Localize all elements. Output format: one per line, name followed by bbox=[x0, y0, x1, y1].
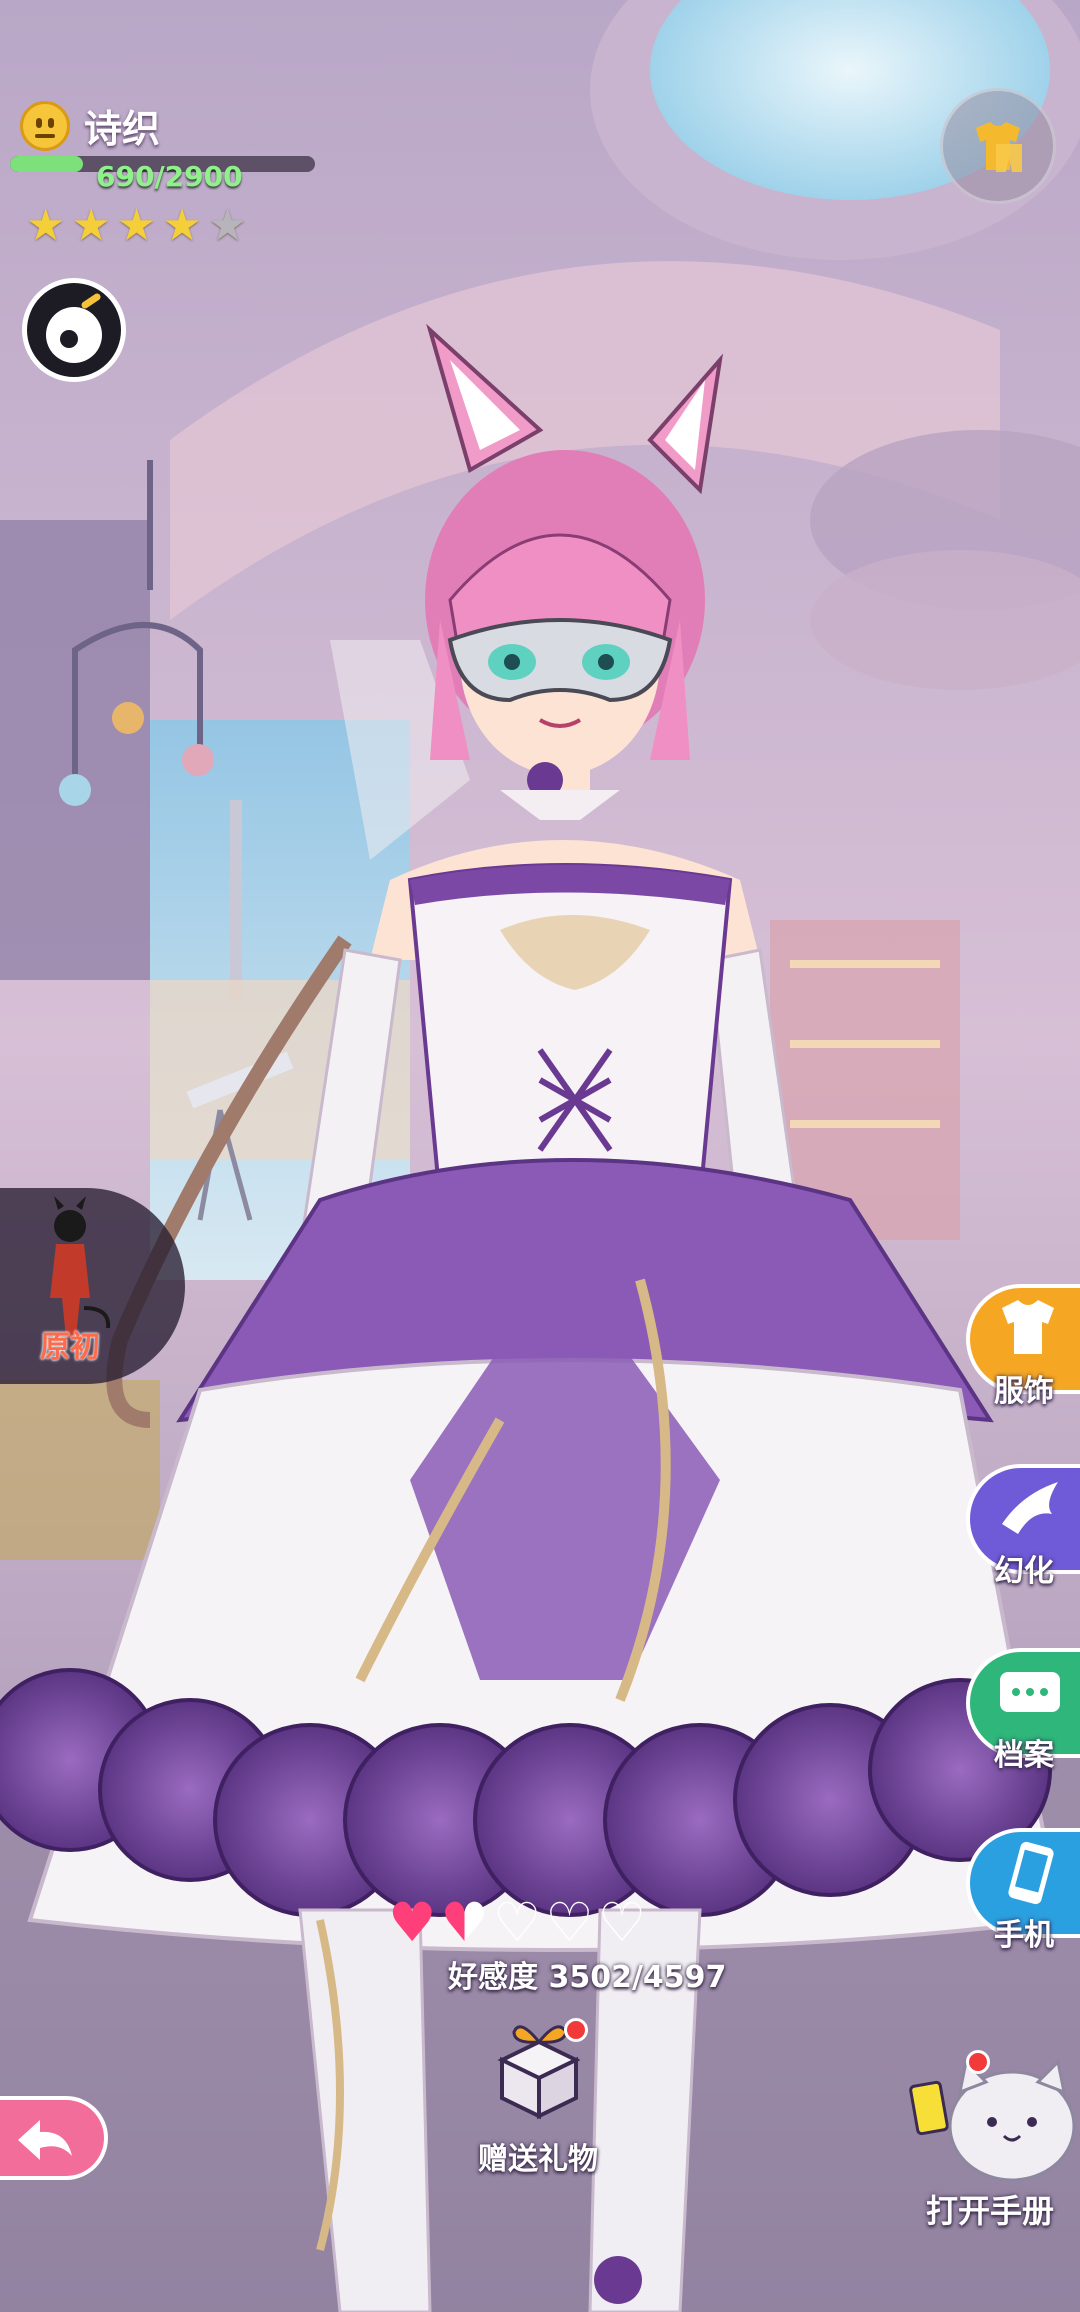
heart-icon: ♡ bbox=[545, 1891, 594, 1954]
send-gift-button[interactable] bbox=[484, 2010, 594, 2120]
heart-icon: ♡ bbox=[597, 1891, 647, 1954]
gift-notification-dot bbox=[564, 2018, 588, 2042]
wardrobe-quick-button[interactable] bbox=[940, 88, 1056, 204]
wardrobe-icon bbox=[976, 122, 1022, 172]
heart-icon: ♥ bbox=[388, 1891, 437, 1954]
character-name-row: 诗织 bbox=[20, 98, 160, 153]
star-icon: ★ bbox=[71, 200, 111, 251]
affection-hearts: ♥ ♥ ♡ ♡ ♡ bbox=[388, 1896, 646, 1950]
exp-value-text: 690/2900 bbox=[96, 160, 243, 193]
handbook-notification-dot bbox=[966, 2050, 990, 2074]
heart-icon: ♥ bbox=[440, 1891, 489, 1954]
original-form-label: 原初 bbox=[40, 1330, 100, 1365]
star-icon: ★ bbox=[116, 200, 157, 251]
shirt-icon bbox=[1002, 1300, 1054, 1354]
star-icon: ★ bbox=[26, 200, 66, 251]
phone-icon bbox=[1008, 1841, 1054, 1905]
camera-icon bbox=[46, 293, 102, 363]
phone-label: 手机 bbox=[994, 1918, 1054, 1953]
chat-icon bbox=[1000, 1672, 1060, 1712]
open-handbook-label: 打开手册 bbox=[926, 2192, 1055, 2230]
back-button[interactable] bbox=[0, 2096, 108, 2180]
bird-icon bbox=[1002, 1482, 1058, 1534]
mood-smile-icon[interactable] bbox=[20, 100, 70, 151]
affection-value: 好感度 3502/4597 bbox=[448, 1960, 727, 1995]
profile-label: 档案 bbox=[994, 1738, 1054, 1773]
star-icon: ★ bbox=[207, 200, 248, 251]
exp-progress-fill bbox=[10, 156, 83, 172]
back-arrow-icon bbox=[18, 2120, 72, 2160]
outfit-label: 服饰 bbox=[994, 1374, 1054, 1409]
character-name: 诗织 bbox=[84, 107, 161, 151]
camera-button[interactable] bbox=[22, 278, 126, 382]
heart-icon: ♡ bbox=[492, 1891, 542, 1954]
star-icon: ★ bbox=[162, 200, 202, 251]
send-gift-label: 赠送礼物 bbox=[478, 2142, 598, 2177]
transform-label: 幻化 bbox=[994, 1554, 1054, 1589]
star-rating: ★ ★ ★ ★ ★ bbox=[26, 204, 247, 248]
